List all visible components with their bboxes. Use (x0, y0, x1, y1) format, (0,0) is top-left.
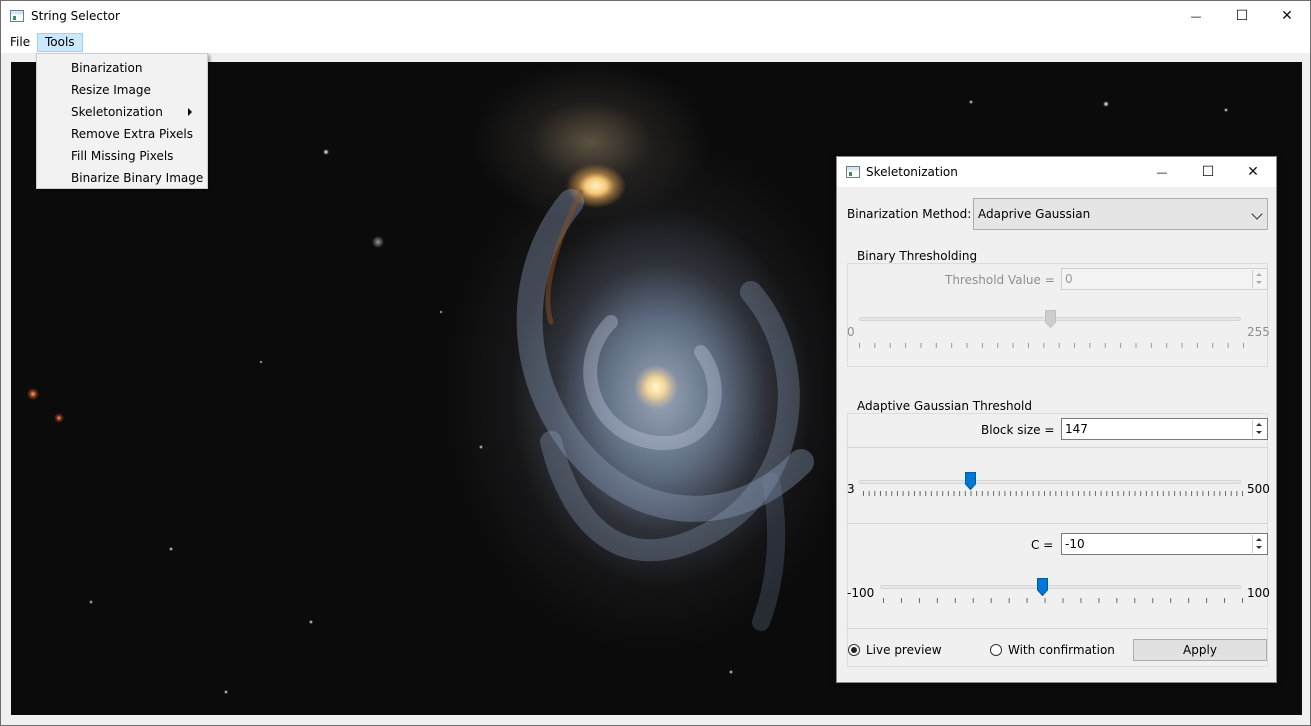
maximize-button[interactable]: ☐ (1219, 1, 1265, 31)
divider (847, 447, 1268, 448)
binarization-method-label: Binarization Method: (847, 207, 972, 221)
menu-bar: File Tools (1, 31, 1310, 53)
minimize-icon: — (1156, 165, 1168, 179)
dialog-maximize-button[interactable]: ☐ (1185, 157, 1231, 187)
maximize-icon: ☐ (1235, 8, 1249, 24)
block-size-slider-track[interactable] (859, 480, 1241, 484)
submenu-arrow-icon (188, 108, 192, 116)
c-slider-min: -100 (847, 586, 875, 600)
binary-thresholding-title: Binary Thresholding (855, 249, 980, 263)
close-icon: ✕ (1281, 8, 1293, 24)
minimize-button[interactable]: — (1173, 1, 1219, 31)
dialog-minimize-button[interactable]: — (1139, 157, 1185, 187)
chevron-down-icon (1251, 208, 1263, 220)
dialog-title: Skeletonization (866, 165, 958, 179)
c-input[interactable]: -10 (1061, 533, 1268, 555)
block-size-label: Block size = (981, 423, 1055, 437)
spin-down-icon (1256, 546, 1262, 549)
with-confirmation-radio[interactable] (990, 644, 1002, 656)
block-size-slider-min: 3 (847, 482, 855, 496)
window-title: String Selector (31, 9, 120, 23)
c-slider-track[interactable] (880, 585, 1241, 589)
c-slider-max: 100 (1247, 586, 1270, 600)
threshold-slider-max: 255 (1247, 325, 1270, 339)
menu-item-binarize-binary-image[interactable]: Binarize Binary Image (38, 167, 206, 189)
spin-up-icon (1256, 273, 1262, 276)
divider (847, 523, 1268, 524)
spin-down-icon (1256, 281, 1262, 284)
menu-tools[interactable]: Tools (37, 33, 83, 52)
threshold-value-text: 0 (1065, 272, 1073, 286)
divider (847, 628, 1268, 629)
binarization-method-value: Adaprive Gaussian (978, 207, 1091, 221)
with-confirmation-label[interactable]: With confirmation (1008, 643, 1115, 657)
threshold-value-label: Threshold Value = (945, 273, 1055, 287)
c-slider-handle[interactable] (1037, 578, 1049, 596)
spin-down-icon (1256, 431, 1262, 434)
block-size-input[interactable]: 147 (1061, 418, 1268, 440)
minimize-icon: — (1190, 9, 1202, 23)
live-preview-radio[interactable] (848, 644, 860, 656)
dialog-window-icon (846, 166, 860, 178)
block-size-text: 147 (1065, 422, 1088, 436)
live-preview-label[interactable]: Live preview (866, 643, 942, 657)
threshold-slider-min: 0 (847, 325, 855, 339)
c-label: C = (1031, 538, 1054, 552)
spin-buttons[interactable] (1252, 270, 1266, 288)
menu-item-fill-missing-pixels[interactable]: Fill Missing Pixels (38, 145, 206, 167)
menu-file[interactable]: File (3, 33, 37, 52)
title-bar: String Selector — ☐ ✕ (1, 1, 1310, 31)
maximize-icon: ☐ (1201, 164, 1215, 180)
threshold-slider-ticks (859, 343, 1244, 348)
block-size-slider-ticks (863, 491, 1243, 496)
app-window-icon (10, 10, 24, 22)
spin-buttons[interactable] (1252, 420, 1266, 438)
block-size-slider-max: 500 (1247, 482, 1270, 496)
close-button[interactable]: ✕ (1264, 1, 1310, 31)
binarization-method-select[interactable]: Adaprive Gaussian (973, 198, 1268, 230)
apply-button[interactable]: Apply (1133, 639, 1267, 661)
menu-item-remove-extra-pixels[interactable]: Remove Extra Pixels (38, 123, 206, 145)
menu-item-resize-image[interactable]: Resize Image (38, 79, 206, 101)
dialog-title-bar: Skeletonization — ☐ ✕ (837, 157, 1276, 187)
spin-up-icon (1256, 423, 1262, 426)
skeletonization-dialog: Skeletonization — ☐ ✕ Binarization Metho… (836, 156, 1277, 683)
threshold-slider-handle[interactable] (1045, 310, 1056, 328)
adaptive-gaussian-title: Adaptive Gaussian Threshold (855, 399, 1034, 413)
c-slider-ticks (883, 598, 1243, 603)
spin-up-icon (1256, 538, 1262, 541)
spin-buttons[interactable] (1252, 535, 1266, 553)
dialog-close-button[interactable]: ✕ (1230, 157, 1276, 187)
c-text: -10 (1065, 537, 1085, 551)
threshold-value-input[interactable]: 0 (1061, 268, 1268, 290)
menu-item-skeletonization[interactable]: Skeletonization (38, 101, 206, 123)
tools-dropdown-menu: Binarization Resize Image Skeletonizatio… (36, 53, 208, 189)
close-icon: ✕ (1247, 164, 1259, 180)
menu-item-binarization[interactable]: Binarization (38, 57, 206, 79)
block-size-slider-handle[interactable] (964, 472, 976, 490)
